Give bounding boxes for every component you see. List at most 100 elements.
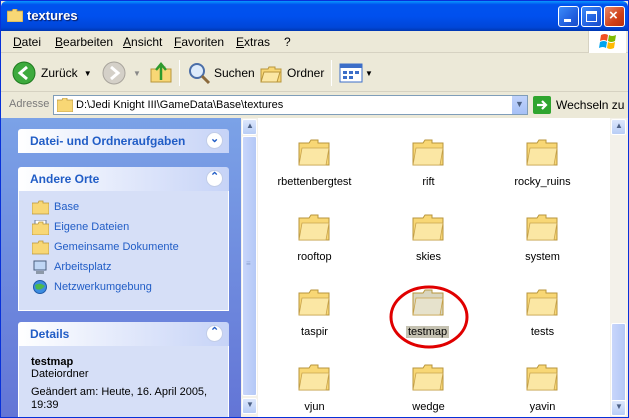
folder-name: rift [422, 176, 435, 188]
place-arbeitsplatz[interactable]: Arbeitsplatz [19, 258, 228, 278]
network-icon [33, 280, 47, 294]
file-list-scrollbar[interactable]: ▲ ▼ [610, 118, 628, 417]
address-dropdown-button[interactable]: ▼ [511, 96, 527, 114]
chevron-up-icon: ▲ [246, 121, 254, 130]
title-bar[interactable]: textures × [1, 1, 628, 31]
back-label: Zurück [41, 66, 78, 80]
places-panel-header[interactable]: Andere Orte ⌃ [18, 167, 229, 191]
folder-icon [7, 9, 23, 22]
explorer-window: textures × Datei Bearbeiten Ansicht Favo… [0, 0, 629, 418]
chevron-double-up-icon: ⌃ [210, 171, 220, 183]
folder-name: tests [530, 326, 555, 338]
folder-icon [298, 214, 330, 241]
minimize-icon [564, 19, 571, 22]
folder-up-icon [150, 62, 172, 83]
folder-name: skies [415, 251, 442, 263]
tasks-panel: Datei- und Ordneraufgaben ⌄ [18, 129, 229, 153]
folder-icon [32, 200, 49, 215]
scroll-thumb[interactable]: ≡ [242, 136, 257, 396]
toolbar: Zurück ▼ ▼ Suchen Ordner ▼ [1, 54, 628, 92]
place-label: Eigene Dateien [54, 221, 130, 233]
folder-name: vjun [304, 401, 325, 413]
task-pane-scrollbar[interactable]: ▲ ≡ ▼ [241, 118, 258, 417]
forward-arrow-icon [102, 61, 126, 85]
chevron-double-down-icon: ⌄ [210, 133, 220, 145]
details-modified: Geändert am: Heute, 16. April 2005, 19:3… [31, 386, 208, 411]
back-button[interactable]: Zurück ▼ [11, 58, 92, 88]
tasks-panel-header[interactable]: Datei- und Ordneraufgaben ⌄ [18, 129, 229, 153]
task-pane: Datei- und Ordneraufgaben ⌄ Andere Orte … [1, 118, 241, 417]
maximize-icon [586, 11, 597, 22]
folder-name: wedge [412, 401, 445, 413]
menu-datei[interactable]: Datei [13, 35, 41, 49]
address-input[interactable]: D:\Jedi Knight III\GameData\Base\texture… [53, 95, 528, 115]
search-button[interactable]: Suchen [187, 58, 255, 88]
folder-icon [526, 214, 558, 241]
windows-flag-icon [599, 34, 616, 49]
close-button[interactable]: × [604, 6, 625, 27]
views-dropdown-icon[interactable]: ▼ [365, 69, 373, 78]
place-base[interactable]: Base [19, 198, 228, 218]
panel-title: Andere Orte [30, 172, 100, 186]
places-list: Base Eigene Dateien Gemeinsame Dokumente… [18, 191, 229, 311]
menu-bar: Datei Bearbeiten Ansicht Favoriten Extra… [1, 31, 628, 53]
search-label: Suchen [214, 66, 255, 80]
menu-ansicht[interactable]: Ansicht [123, 35, 162, 49]
scroll-down-button[interactable]: ▼ [242, 398, 257, 414]
address-path: D:\Jedi Knight III\GameData\Base\texture… [76, 99, 284, 111]
folder-icon [412, 214, 444, 241]
folder-icon [57, 98, 73, 112]
forward-dropdown-icon[interactable]: ▼ [133, 69, 141, 78]
forward-button[interactable]: ▼ [101, 58, 141, 88]
up-folder-button[interactable] [149, 58, 173, 88]
back-dropdown-icon[interactable]: ▼ [84, 69, 92, 78]
menu-bearbeiten[interactable]: Bearbeiten [55, 35, 113, 49]
minimize-button[interactable] [558, 6, 579, 27]
collapse-button[interactable]: ⌃ [206, 170, 223, 187]
scroll-thumb[interactable] [611, 323, 626, 403]
place-label: Base [54, 201, 80, 213]
place-label: Netzwerkumgebung [54, 281, 152, 293]
place-gemeinsame-dokumente[interactable]: Gemeinsame Dokumente [19, 238, 228, 258]
place-eigene-dateien[interactable]: Eigene Dateien [19, 218, 228, 238]
annotation-circle [389, 285, 469, 349]
scroll-up-button[interactable]: ▲ [242, 119, 257, 135]
documents-icon [32, 220, 49, 235]
folder-icon [526, 289, 558, 316]
folders-button[interactable]: Ordner [259, 58, 324, 88]
menu-help[interactable]: ? [284, 35, 291, 49]
scroll-down-button[interactable]: ▼ [611, 400, 626, 416]
details-body: testmap Dateiordner Geändert am: Heute, … [18, 346, 229, 417]
place-netzwerkumgebung[interactable]: Netzwerkumgebung [19, 278, 228, 298]
chevron-down-icon: ▼ [246, 400, 254, 409]
folder-icon [298, 364, 330, 391]
expand-button[interactable]: ⌄ [206, 132, 223, 149]
places-panel: Andere Orte ⌃ Base Eigene Dateien Gemein… [18, 167, 229, 311]
address-bar: Adresse D:\Jedi Knight III\GameData\Base… [1, 93, 628, 117]
back-arrow-icon [12, 61, 36, 85]
maximize-button[interactable] [581, 6, 602, 27]
folder-icon [298, 289, 330, 316]
details-panel-header[interactable]: Details ⌃ [18, 322, 229, 346]
go-button[interactable]: Wechseln zu [533, 96, 624, 114]
toolbar-separator [179, 60, 180, 86]
folder-name: yavin [529, 401, 556, 413]
go-arrow-icon [533, 96, 551, 114]
close-icon: × [609, 7, 618, 24]
folder-icon [32, 240, 49, 255]
details-type: Dateiordner [31, 368, 89, 380]
chevron-double-up-icon: ⌃ [210, 326, 220, 338]
folder-name: rbettenbergtest [277, 176, 352, 188]
file-list: rbettenbergtest rift rocky_ruins rooftop ski… [258, 118, 610, 417]
folder-icon [526, 139, 558, 166]
window-title: textures [27, 8, 78, 23]
views-button[interactable]: ▼ [339, 58, 373, 88]
folder-icon [412, 139, 444, 166]
folder-name: rooftop [297, 251, 332, 263]
folder-name: system [525, 251, 560, 263]
menu-extras[interactable]: Extras [236, 35, 270, 49]
menu-favoriten[interactable]: Favoriten [174, 35, 224, 49]
folder-icon [526, 364, 558, 391]
scroll-up-button[interactable]: ▲ [611, 119, 626, 135]
collapse-button[interactable]: ⌃ [206, 325, 223, 342]
